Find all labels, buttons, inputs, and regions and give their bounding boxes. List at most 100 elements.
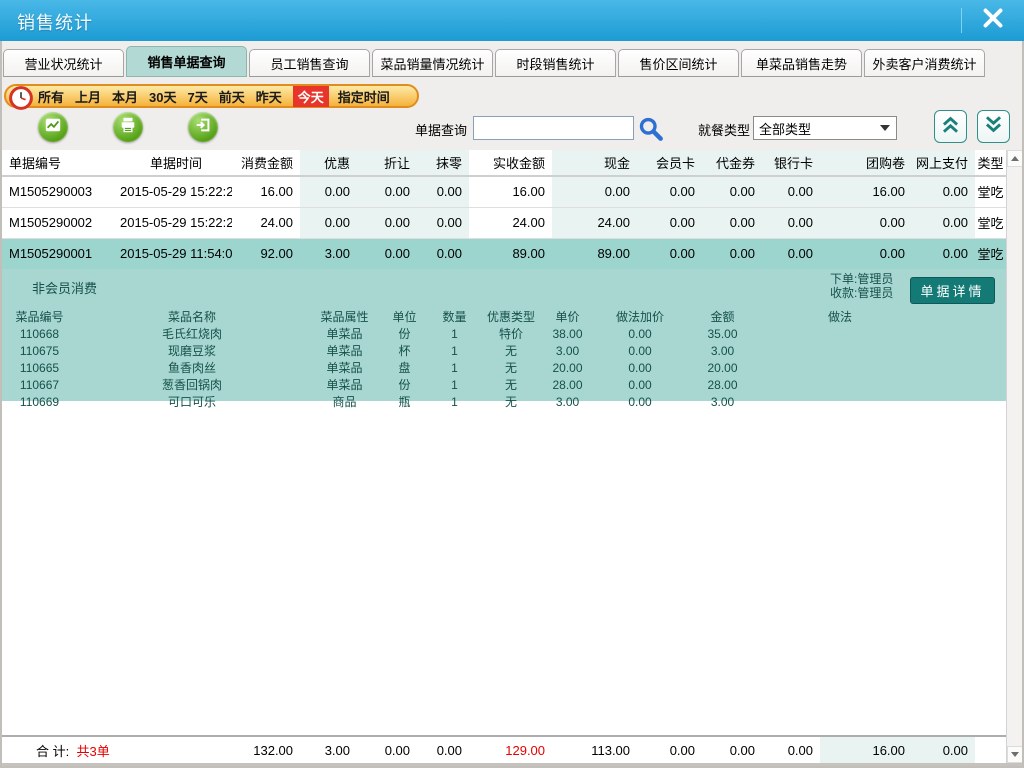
cell: 鱼香肉丝 xyxy=(77,359,307,376)
detail-row: 110668毛氏红烧肉单菜品份1特价38.000.0035.00 xyxy=(2,325,920,342)
expand-all-button[interactable] xyxy=(977,110,1010,143)
cell: 0.00 xyxy=(820,207,912,238)
cell: 0.00 xyxy=(912,176,975,207)
col-header-actual-amount[interactable]: 实收金额 xyxy=(469,150,552,176)
scroll-up-button[interactable] xyxy=(1007,150,1023,167)
cell: 24.00 xyxy=(552,207,637,238)
cell: 无 xyxy=(482,359,540,376)
cell: 可口可乐 xyxy=(77,393,307,410)
cell: 0.00 xyxy=(637,238,702,269)
window-bottom-edge xyxy=(0,763,1024,768)
cell xyxy=(760,359,920,376)
receipt-table-region: 单据编号 单据时间 消费金额 优惠 折让 抹零 实收金额 现金 会员卡 代金券 … xyxy=(2,150,1006,763)
table-row[interactable]: M1505290003 2015-05-29 15:22:27 16.00 0.… xyxy=(2,176,1006,207)
cell: 3.00 xyxy=(540,342,595,359)
report-tabs: 营业状况统计 销售单据查询 员工销售查询 菜品销量情况统计 时段销售统计 售价区… xyxy=(3,46,1021,78)
cell: 0.00 xyxy=(762,737,820,763)
cell: 28.00 xyxy=(685,376,760,393)
col-header-cash[interactable]: 现金 xyxy=(552,150,637,176)
col-header-consume-amount[interactable]: 消费金额 xyxy=(232,150,300,176)
cell: 0.00 xyxy=(637,176,702,207)
cell: 无 xyxy=(482,376,540,393)
tab-staff-sales-query[interactable]: 员工销售查询 xyxy=(249,49,370,77)
totals-row: 合 计: 共3单 132.00 3.00 0.00 0.00 129.00 11… xyxy=(2,737,1006,763)
tab-business-status[interactable]: 营业状况统计 xyxy=(3,49,124,77)
meal-type-label: 就餐类型 xyxy=(698,120,750,139)
filter-custom-time[interactable]: 指定时间 xyxy=(338,87,390,106)
table-row-selected[interactable]: M1505290001 2015-05-29 11:54:06 92.00 3.… xyxy=(2,238,1006,269)
cell: 110665 xyxy=(2,359,77,376)
cell: 3.00 xyxy=(300,238,357,269)
filter-30-days[interactable]: 30天 xyxy=(149,87,176,106)
staff-info: 下单:管理员 收款:管理员 xyxy=(830,272,893,300)
table-row[interactable]: M1505290002 2015-05-29 15:22:20 24.00 0.… xyxy=(2,207,1006,238)
vertical-scrollbar[interactable] xyxy=(1006,150,1022,763)
cell: 单菜品 xyxy=(307,359,382,376)
cell xyxy=(760,342,920,359)
tab-sales-receipt-query[interactable]: 销售单据查询 xyxy=(126,46,247,77)
cell: 单菜品 xyxy=(307,342,382,359)
cell: 1 xyxy=(427,342,482,359)
cell: 杯 xyxy=(382,342,427,359)
filter-this-month[interactable]: 本月 xyxy=(112,87,138,106)
tab-single-dish-trend[interactable]: 单菜品销售走势 xyxy=(741,49,862,77)
cell: 0.00 xyxy=(357,207,417,238)
cell: 2015-05-29 15:22:20 xyxy=(120,207,232,238)
cell: 16.00 xyxy=(820,176,912,207)
col-header-discount[interactable]: 优惠 xyxy=(300,150,357,176)
tab-price-range[interactable]: 售价区间统计 xyxy=(618,49,739,77)
col-header-allowance[interactable]: 折让 xyxy=(357,150,417,176)
filter-7-days[interactable]: 7天 xyxy=(188,87,208,106)
col-header-groupon[interactable]: 团购卷 xyxy=(820,150,912,176)
col-header-receipt-time[interactable]: 单据时间 xyxy=(120,150,232,176)
print-button[interactable] xyxy=(113,112,143,142)
col-header-member-card[interactable]: 会员卡 xyxy=(637,150,702,176)
cell: 24.00 xyxy=(469,207,552,238)
search-icon[interactable] xyxy=(637,115,664,147)
cell: 24.00 xyxy=(232,207,300,238)
meal-type-value: 全部类型 xyxy=(759,119,811,138)
detail-col-dish-name: 菜品名称 xyxy=(77,308,307,325)
tab-takeout-customer[interactable]: 外卖客户消费统计 xyxy=(864,49,985,77)
double-chevron-down-icon xyxy=(983,114,1004,140)
col-header-bank-card[interactable]: 银行卡 xyxy=(762,150,820,176)
collapse-all-button[interactable] xyxy=(934,110,967,143)
scroll-down-icon xyxy=(1011,752,1019,757)
cell: 0.00 xyxy=(762,207,820,238)
col-header-rounding[interactable]: 抹零 xyxy=(417,150,469,176)
cell: 0.00 xyxy=(595,325,685,342)
cell: 0.00 xyxy=(417,737,469,763)
receipt-table: 单据编号 单据时间 消费金额 优惠 折让 抹零 实收金额 现金 会员卡 代金券 … xyxy=(2,150,1006,269)
receipt-detail-button[interactable]: 单据详情 xyxy=(910,277,995,304)
export-button[interactable] xyxy=(188,112,218,142)
receipt-query-input[interactable] xyxy=(473,116,634,140)
scroll-down-button[interactable] xyxy=(1007,746,1023,763)
cell: 16.00 xyxy=(469,176,552,207)
detail-col-discount-type: 优惠类型 xyxy=(482,308,540,325)
filter-last-month[interactable]: 上月 xyxy=(75,87,101,106)
col-header-receipt-no[interactable]: 单据编号 xyxy=(2,150,120,176)
chevron-down-icon xyxy=(875,118,895,138)
col-header-online-pay[interactable]: 网上支付 xyxy=(912,150,975,176)
cell: 110668 xyxy=(2,325,77,342)
cell: 0.00 xyxy=(637,737,702,763)
cell: 葱香回锅肉 xyxy=(77,376,307,393)
filter-day-before-yesterday[interactable]: 前天 xyxy=(219,87,245,106)
cell xyxy=(975,737,1006,763)
detail-row: 110667葱香回锅肉单菜品份1无28.000.0028.00 xyxy=(2,376,920,393)
filter-all[interactable]: 所有 xyxy=(38,87,64,106)
cell: 0.00 xyxy=(300,207,357,238)
col-header-voucher[interactable]: 代金券 xyxy=(702,150,762,176)
filter-yesterday[interactable]: 昨天 xyxy=(256,87,282,106)
close-button[interactable] xyxy=(976,7,1010,34)
cell: 16.00 xyxy=(232,176,300,207)
meal-type-select[interactable]: 全部类型 xyxy=(753,116,897,140)
cell: 38.00 xyxy=(540,325,595,342)
tab-period-sales[interactable]: 时段销售统计 xyxy=(495,49,616,77)
filter-today[interactable]: 今天 xyxy=(293,86,329,107)
cell: 0.00 xyxy=(357,737,417,763)
cell: 92.00 xyxy=(232,238,300,269)
chart-button[interactable] xyxy=(38,112,68,142)
tab-dish-sales-volume[interactable]: 菜品销量情况统计 xyxy=(372,49,493,77)
col-header-type[interactable]: 类型 xyxy=(975,150,1006,176)
